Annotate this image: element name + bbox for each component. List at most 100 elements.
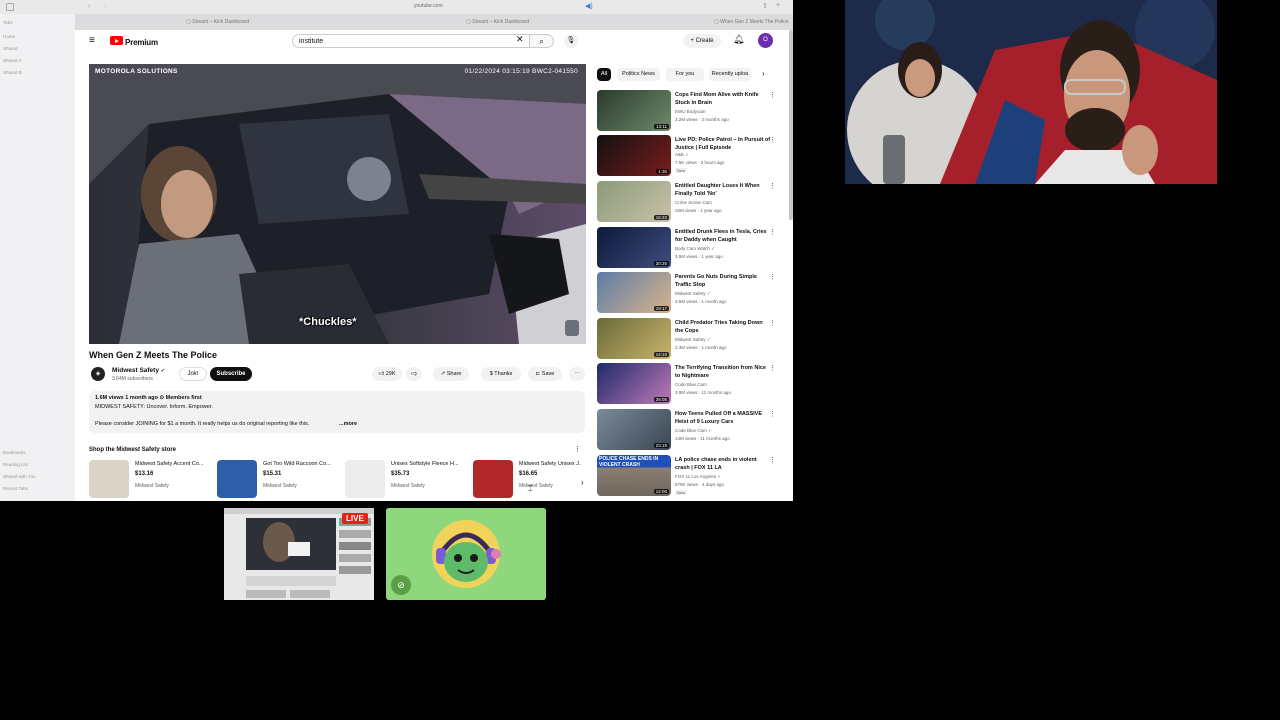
duration-badge: 16:22 — [653, 215, 669, 220]
recommendation-meta: 2.3M views · 1 month ago — [675, 345, 727, 350]
recommendation-meta: 3.6M views · 1 month ago — [675, 299, 727, 304]
youtube-page: ≡ Premium institute ✕ ⌕ 🎙 + Create 🔔︎ O — [79, 30, 793, 501]
thanks-label: Thanks — [494, 371, 513, 377]
kebab-icon[interactable]: ⋮ — [769, 364, 776, 372]
duration-badge: 12:00 — [653, 489, 669, 494]
recommendation-thumbnail: 16:22 — [597, 181, 671, 222]
audio-icon[interactable]: ◀) — [585, 2, 593, 10]
recommendation-item[interactable]: 13:11 Cops Find Mom Alive with Knife Stu… — [597, 90, 787, 133]
kebab-icon[interactable]: ⋮ — [769, 91, 776, 99]
subscribe-button[interactable]: Subscribe — [210, 367, 252, 381]
sidebar-item[interactable]: Reading List — [3, 462, 28, 467]
description-box[interactable]: 1.6M views 1 month ago ⊙ Members first M… — [89, 391, 585, 433]
product-name: Midwest Safety Accent Co... — [135, 461, 204, 467]
chips-next-chevron-icon[interactable]: › — [762, 69, 765, 78]
search-input[interactable]: institute — [292, 34, 530, 48]
recommendation-thumbnail: 26:05 — [597, 363, 671, 404]
kebab-icon[interactable]: ⋮ — [769, 182, 776, 190]
chip-all[interactable]: All — [597, 68, 611, 81]
product-store: Midwest Safety — [519, 483, 553, 489]
address-bar[interactable]: youtube.com — [414, 3, 443, 9]
sidebar-item[interactable]: Shared — [3, 46, 18, 51]
youtube-play-icon — [110, 36, 123, 45]
thumbs-down-icon: 👎︎ — [411, 371, 417, 377]
sidebar-item[interactable]: Shared with You — [3, 474, 36, 479]
like-button[interactable]: 👍︎ 29K — [372, 367, 402, 381]
page-scrollbar[interactable] — [789, 30, 793, 220]
sidebar-toggle-icon[interactable] — [6, 3, 14, 11]
recommendation-item[interactable]: 26:05 The Terrifying Transition from Nic… — [597, 363, 787, 406]
youtube-logo[interactable]: Premium — [110, 36, 158, 47]
product-price: $16.65 — [519, 471, 538, 477]
recommendation-item[interactable]: POLICE CHASE ENDS IN VIOLENT CRASH 12:00… — [597, 455, 787, 498]
sidebar-item[interactable]: Shared A — [3, 58, 22, 63]
channel-name-text: Midwest Safety — [112, 367, 159, 374]
menu-icon[interactable]: ≡ — [89, 35, 95, 46]
recommendation-item[interactable]: 1:36 Live PD: Police Patrol – In Pursuit… — [597, 135, 787, 178]
sidebar-item[interactable]: Recent Tabs — [3, 486, 28, 491]
new-tab-icon[interactable]: + — [776, 2, 780, 9]
forward-icon[interactable]: › — [104, 1, 107, 10]
logo-text: Premium — [125, 38, 158, 47]
recommendation-channel: Midwest Safety ✓ — [675, 291, 711, 296]
sidebar-item[interactable]: Shared B — [3, 70, 22, 75]
product-name: Unisex Softstyle Fleece H... — [391, 461, 459, 467]
search-button[interactable]: ⌕ — [530, 34, 554, 48]
recommendation-channel: A&E ✓ — [675, 152, 690, 157]
more-actions-button[interactable]: ⋯ — [569, 367, 585, 381]
video-player[interactable]: MOTOROLA SOLUTIONS 01/22/2024 03:15:19 B… — [89, 64, 586, 344]
store-next-chevron-icon[interactable]: › — [581, 478, 584, 487]
create-button[interactable]: + Create — [683, 34, 721, 48]
join-button[interactable]: Join — [179, 367, 207, 381]
share-icon[interactable]: ⇧ — [762, 2, 768, 10]
muted-mic-icon[interactable]: ⊘ — [391, 575, 411, 595]
recommendation-item[interactable]: 20:25 Entitled Drunk Flees in Tesla, Cri… — [597, 227, 787, 270]
live-stream-preview-tile[interactable]: LIVE — [224, 508, 374, 600]
sidebar-item[interactable]: Bookmarks — [3, 450, 26, 455]
notifications-bell-icon[interactable]: 🔔︎ — [733, 34, 744, 45]
channel-avatar[interactable]: ◈ — [91, 367, 105, 381]
chip-recently-uploaded[interactable]: Recently uploa — [709, 68, 751, 81]
chip-for-you[interactable]: For you — [666, 68, 704, 81]
dislike-button[interactable]: 👎︎ — [406, 367, 422, 381]
share-button[interactable]: ↗ Share — [433, 367, 469, 381]
chip-politics-news[interactable]: Politics News — [617, 68, 660, 81]
description-more-link[interactable]: ...more — [339, 421, 357, 427]
recommendation-item[interactable]: 23:19 How Teens Pulled Off a MASSIVE Hei… — [597, 409, 787, 452]
tab-kick-dashboard-1[interactable]: ▢ Stream – Kick Dashboard — [180, 17, 336, 27]
clear-search-icon[interactable]: ✕ — [516, 34, 524, 45]
recommendation-thumbnail: 20:25 — [597, 227, 671, 268]
voice-search-button[interactable]: 🎙 — [564, 34, 578, 48]
call-participant-avatar-tile[interactable]: ⊘ — [386, 508, 546, 600]
kebab-icon[interactable]: ⋮ — [769, 228, 776, 236]
kebab-icon[interactable]: ⋮ — [769, 456, 776, 464]
recommendation-item[interactable]: 14:10 Child Predator Tries Taking Down t… — [597, 318, 787, 361]
kebab-icon[interactable]: ⋮ — [769, 319, 776, 327]
store-product[interactable]: Midwest Safety Accent Co... $13.16 Midwe… — [89, 458, 214, 498]
tab-kick-dashboard-2[interactable]: ▢ Stream – Kick Dashboard — [460, 17, 616, 27]
thumbs-up-icon: 👍︎ — [378, 371, 385, 377]
store-kebab-icon[interactable]: ⋮ — [574, 445, 581, 453]
store-product[interactable]: Midwest Safety Unisex J... $16.65 Midwes… — [473, 458, 581, 498]
new-badge: New — [675, 168, 688, 173]
save-button[interactable]: ⊏ Save — [528, 367, 562, 381]
recommendation-channel: EWU Bodycam — [675, 109, 706, 114]
channel-name[interactable]: Midwest Safety ✓ — [112, 367, 165, 374]
thanks-button[interactable]: $ Thanks — [481, 367, 521, 381]
sidebar-item[interactable]: Home — [3, 34, 15, 39]
store-product[interactable]: Unisex Softstyle Fleece H... $35.73 Midw… — [345, 458, 470, 498]
recommendation-thumbnail: 1:36 — [597, 135, 671, 176]
kebab-icon[interactable]: ⋮ — [769, 410, 776, 418]
recommendation-item[interactable]: 16:22 Entitled Daughter Loses It When Fi… — [597, 181, 787, 224]
recommendation-item[interactable]: 19:17 Parents Go Nuts During Simple Traf… — [597, 272, 787, 315]
back-icon[interactable]: ‹ — [88, 1, 91, 10]
recommendation-meta: 10M views · 1 year ago — [675, 208, 722, 213]
sidebar-item[interactable]: Tabs — [3, 20, 13, 25]
account-avatar[interactable]: O — [758, 33, 773, 48]
duration-badge: 14:10 — [653, 352, 669, 357]
recommendation-meta: 3.5M views · 1 year ago — [675, 254, 723, 259]
store-product[interactable]: Got Too Wild Raccoon Co... $15.31 Midwes… — [217, 458, 342, 498]
tab-youtube-video[interactable]: ▢ When Gen Z Meets The Police — [708, 17, 793, 27]
kebab-icon[interactable]: ⋮ — [769, 136, 776, 144]
kebab-icon[interactable]: ⋮ — [769, 273, 776, 281]
